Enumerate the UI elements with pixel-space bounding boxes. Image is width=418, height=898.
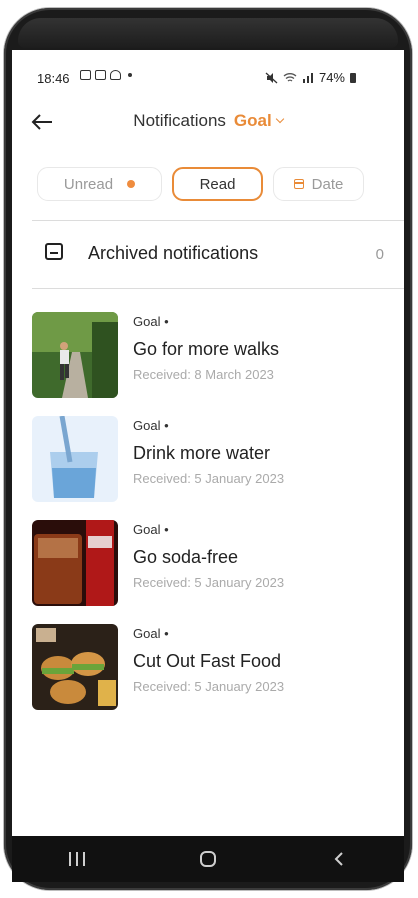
status-right: 74% [265, 70, 356, 85]
more-notifications-dot-icon [128, 73, 132, 77]
triangle-app-icon [110, 70, 121, 80]
burgers-photo [32, 624, 118, 710]
category-dropdown[interactable]: Goal [226, 111, 284, 130]
wifi-icon [283, 73, 297, 82]
battery-percent: 74% [318, 70, 345, 85]
notification-category: Goal • [133, 314, 169, 329]
notification-category: Goal • [133, 522, 169, 537]
recent-apps-button[interactable] [57, 844, 97, 874]
home-button[interactable] [188, 844, 228, 874]
status-time: 18:46 [37, 71, 70, 86]
filter-unread-button[interactable]: Unread [37, 167, 162, 201]
notification-title: Drink more water [133, 443, 271, 463]
notification-item[interactable]: Goal • Go soda-free Received: 5 January … [12, 520, 404, 624]
notification-text: Goal • Drink more water Received: 5 Janu… [133, 418, 284, 486]
filter-read-button[interactable]: Read [172, 167, 263, 201]
filter-date-button[interactable]: Date [273, 167, 364, 201]
app-screen: 18:46 74% Notifications Goal Unread Read… [12, 50, 404, 836]
archived-label: Archived notifications [88, 243, 259, 263]
notification-date: Received: 5 January 2023 [133, 679, 285, 694]
filter-chips: Unread Read Date [37, 167, 364, 201]
back-nav-button[interactable] [319, 844, 359, 874]
divider [32, 220, 404, 221]
recent-apps-icon [69, 852, 86, 866]
notification-date: Received: 8 March 2023 [133, 367, 274, 382]
page-title: Notifications [133, 111, 226, 130]
archived-notifications-row[interactable]: Archived notifications 0 [12, 223, 404, 287]
soda-photo [32, 520, 118, 606]
notification-title: Cut Out Fast Food [133, 651, 282, 671]
notification-category: Goal • [133, 626, 169, 641]
notification-item[interactable]: Goal • Drink more water Received: 5 Janu… [12, 416, 404, 520]
divider [32, 288, 404, 289]
chevron-down-icon [275, 114, 284, 124]
top-bezel [18, 18, 398, 48]
back-chevron-icon [334, 852, 343, 866]
notification-title: Go for more walks [133, 339, 280, 359]
notification-item[interactable]: Goal • Cut Out Fast Food Received: 5 Jan… [12, 624, 404, 728]
archived-count: 0 [375, 246, 384, 263]
category-label: Goal [233, 111, 272, 130]
notification-list: Goal • Go for more walks Received: 8 Mar… [12, 312, 404, 728]
person-running-photo [32, 312, 118, 398]
unread-dot-icon [127, 180, 136, 188]
header-title: Notifications Goal [12, 111, 404, 131]
filter-date-label: Date [311, 175, 344, 193]
filter-read-label: Read [199, 175, 236, 193]
notification-date: Received: 5 January 2023 [133, 471, 285, 486]
battery-icon [350, 72, 356, 83]
system-nav-bar [12, 836, 404, 882]
header: Notifications Goal [12, 102, 404, 142]
notification-date: Received: 5 January 2023 [133, 575, 285, 590]
water-glass-photo [32, 416, 118, 502]
notification-text: Goal • Go soda-free Received: 5 January … [133, 522, 284, 590]
filter-unread-label: Unread [63, 175, 114, 193]
calendar-icon [293, 179, 304, 189]
notification-text: Goal • Cut Out Fast Food Received: 5 Jan… [133, 626, 284, 694]
status-bar: 18:46 74% [12, 50, 404, 86]
notification-text: Goal • Go for more walks Received: 8 Mar… [133, 314, 279, 382]
notification-title: Go soda-free [133, 547, 239, 567]
home-icon [199, 851, 216, 867]
status-app-icons [80, 70, 132, 80]
archive-icon [45, 243, 63, 260]
gallery-icon [80, 70, 91, 80]
mail-icon [95, 70, 106, 80]
mute-icon [265, 72, 278, 83]
notification-item[interactable]: Goal • Go for more walks Received: 8 Mar… [12, 312, 404, 416]
signal-icon [302, 73, 313, 83]
notification-category: Goal • [133, 418, 169, 433]
